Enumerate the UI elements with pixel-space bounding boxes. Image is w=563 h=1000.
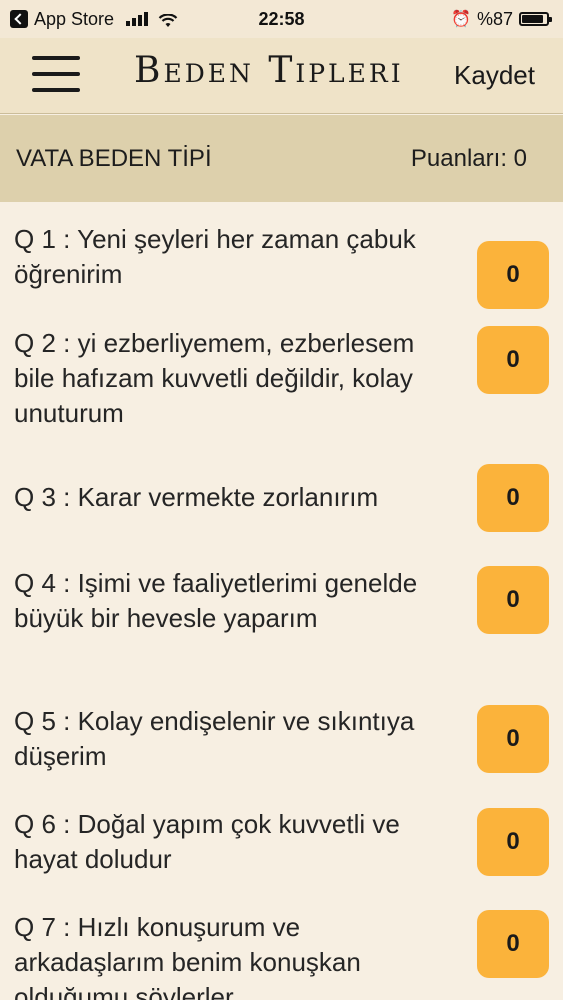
question-text: Q 1 : Yeni şeyleri her zaman çabuk öğren… bbox=[14, 224, 416, 289]
section-header: VATA BEDEN TİPİ Puanları: 0 bbox=[0, 115, 563, 202]
status-bar-right: ⏰ %87 bbox=[451, 8, 552, 30]
question-text: Q 6 : Doğal yapım çok kuvvetli ve hayat … bbox=[14, 809, 400, 874]
question-text: Q 4 : Işimi ve faaliyetlerimi genelde bü… bbox=[14, 568, 418, 633]
score-label: Puanları: 0 bbox=[410, 144, 527, 172]
menu-icon[interactable] bbox=[32, 56, 80, 92]
question-text: Q 7 : Hızlı konuşurum ve arkadaşlarım be… bbox=[14, 912, 361, 1000]
answer-button[interactable]: 0 bbox=[477, 464, 549, 532]
answer-button[interactable]: 0 bbox=[477, 326, 549, 394]
wifi-icon bbox=[158, 12, 178, 27]
status-bar: App Store 22:58 ⏰ %87 bbox=[0, 0, 563, 38]
battery-icon bbox=[519, 12, 552, 26]
status-bar-left: App Store bbox=[10, 9, 178, 30]
save-button[interactable]: Kaydet bbox=[454, 60, 535, 91]
question-text: Q 2 : yi ezberliyemem, ezberlesem bile h… bbox=[14, 328, 415, 428]
answer-button[interactable]: 0 bbox=[477, 705, 549, 773]
answer-button[interactable]: 0 bbox=[477, 910, 549, 978]
question-text: Q 3 : Karar vermekte zorlanırım bbox=[14, 482, 379, 512]
nav-bar: Beden Tipleri Kaydet bbox=[0, 38, 563, 114]
alarm-icon: ⏰ bbox=[451, 11, 471, 28]
answer-button[interactable]: 0 bbox=[477, 808, 549, 876]
answer-button[interactable]: 0 bbox=[477, 241, 549, 309]
battery-percentage: %87 bbox=[476, 8, 513, 29]
page-title: Beden Tipleri bbox=[134, 50, 404, 91]
back-to-app-icon[interactable] bbox=[10, 10, 28, 28]
cellular-signal-icon bbox=[126, 12, 149, 26]
back-app-label[interactable]: App Store bbox=[34, 9, 114, 30]
answer-button[interactable]: 0 bbox=[477, 566, 549, 634]
section-title: VATA BEDEN TİPİ bbox=[16, 144, 212, 172]
question-text: Q 5 : Kolay endişelenir ve sıkıntıya düş… bbox=[14, 706, 415, 771]
